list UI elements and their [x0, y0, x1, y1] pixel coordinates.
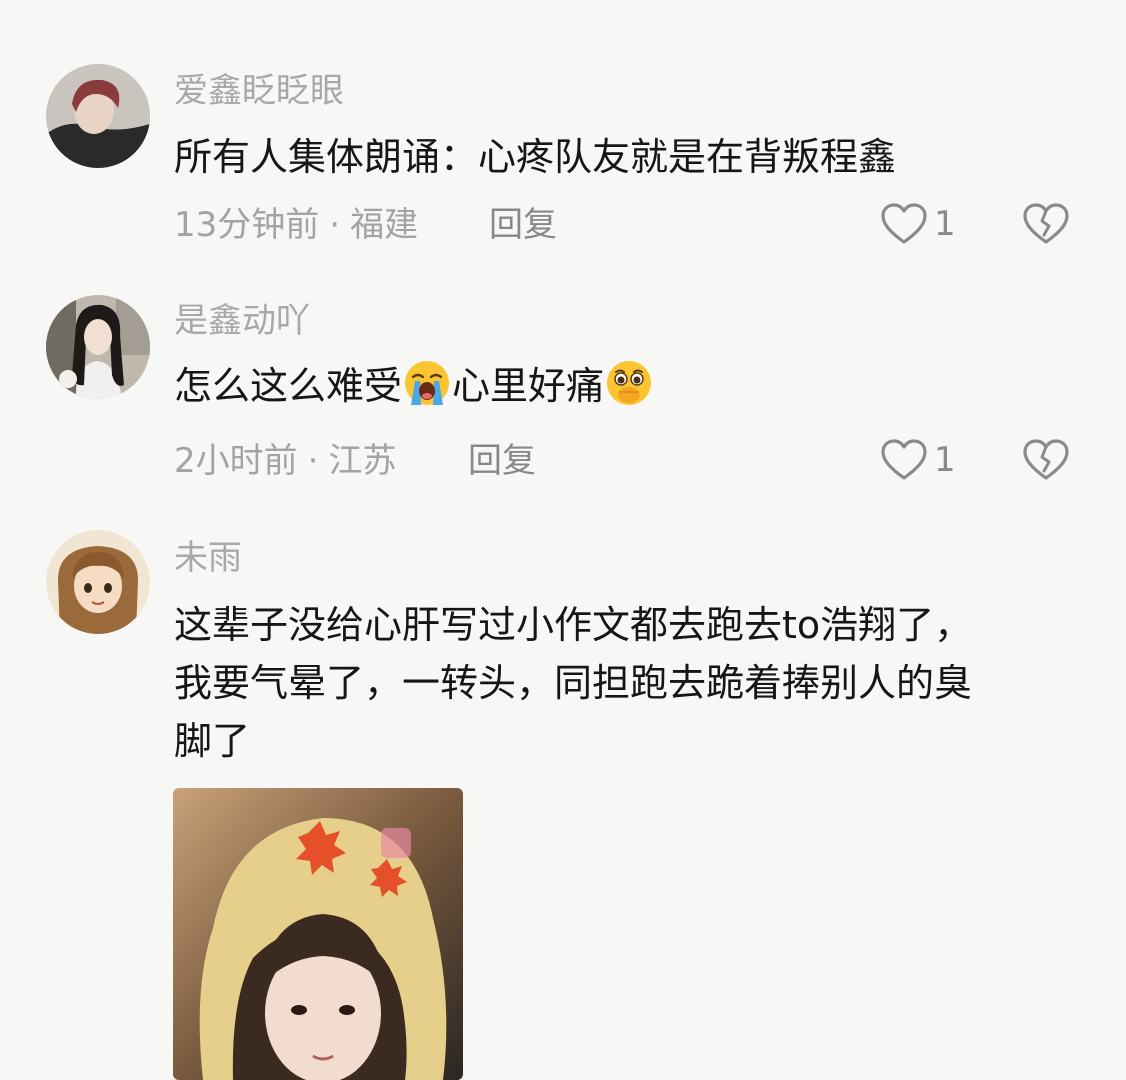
comment-text-line: 我要气晕了，一转头，同担跑去跪着捧别人的臭 [174, 661, 973, 705]
username[interactable]: 未雨 [174, 538, 242, 578]
comment-image[interactable] [173, 788, 463, 1080]
comment-text-line: 脚了 [174, 719, 251, 763]
avatar[interactable] [46, 530, 150, 634]
comment-item: 未雨 这辈子没给心肝写过小作文都去跑去to浩翔了， 我要气晕了，一转头，同担跑去… [0, 0, 1126, 1080]
comment-text-line: 这辈子没给心肝写过小作文都去跑去to浩翔了， [174, 603, 973, 647]
